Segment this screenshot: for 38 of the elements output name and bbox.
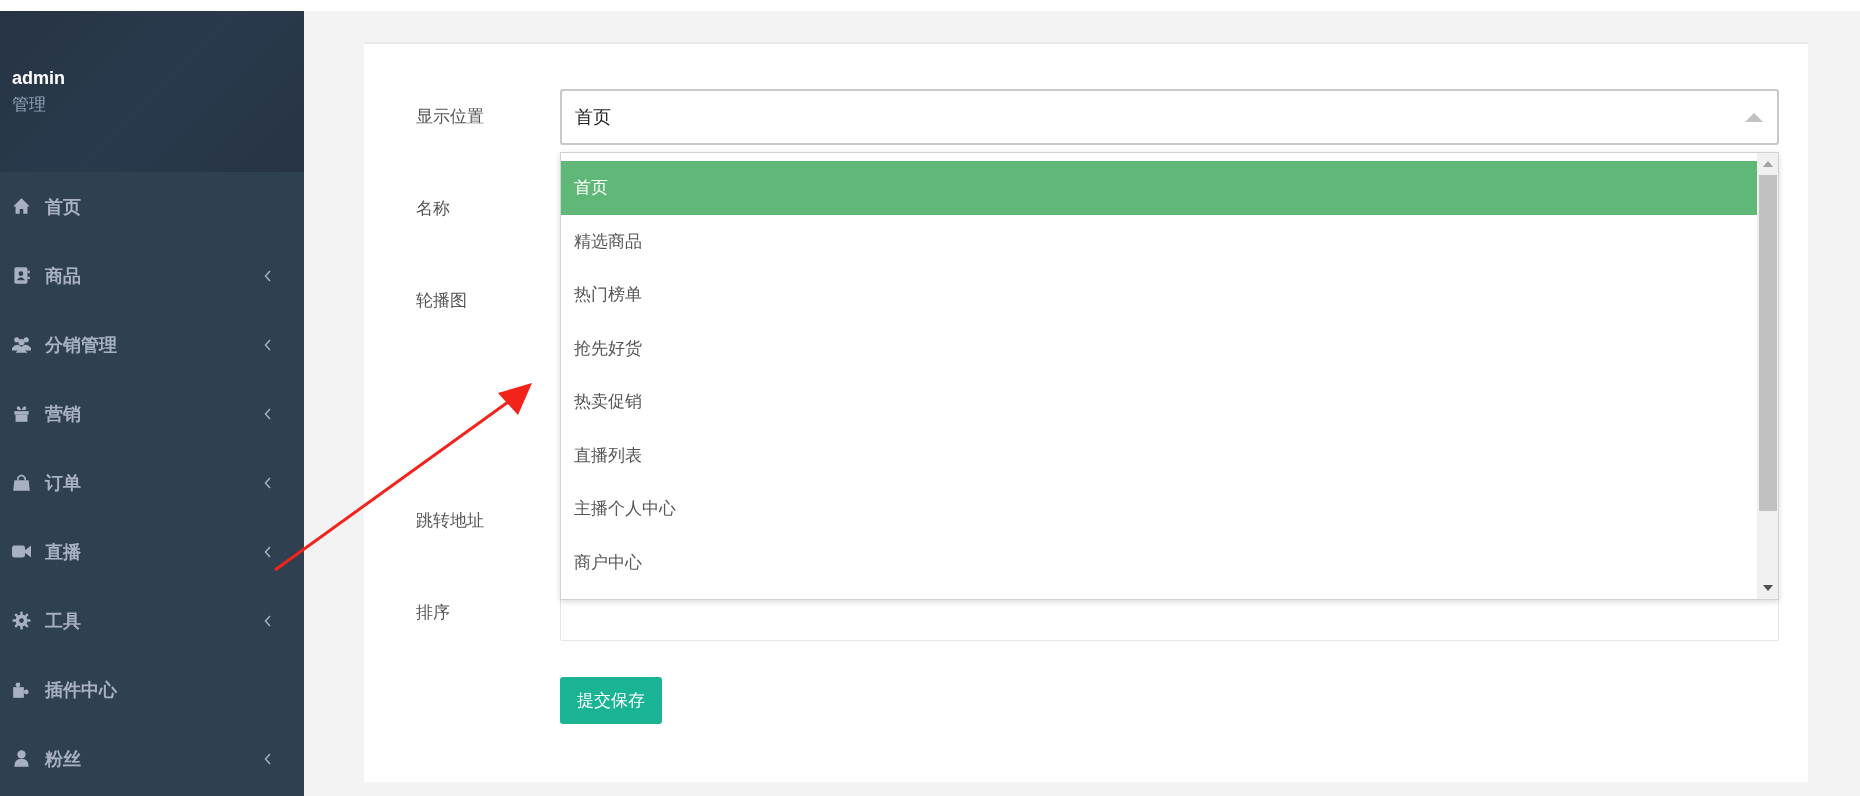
shopping-bag-icon [12,473,31,492]
field-label: 排序 [416,602,451,624]
user-role: 管理 [12,93,47,116]
dropdown-option[interactable]: 主播个人中心 [561,482,1757,536]
sidebar-item[interactable]: 营销 [0,379,304,448]
sidebar-item[interactable]: 首页 [0,172,304,241]
caret-icon [1745,112,1763,122]
sidebar-item[interactable]: 商品 [0,241,304,310]
scroll-up-icon[interactable] [1762,161,1773,167]
field-label: 跳转地址 [416,510,485,532]
settings-icon [12,611,31,630]
field-label: 轮播图 [416,290,468,312]
gift-icon [12,404,31,423]
scrollbar-thumb[interactable] [1758,175,1777,511]
contact-card-icon [12,266,31,285]
dropdown-option[interactable]: 热门榜单 [561,268,1757,322]
home-icon [12,197,31,216]
user-name: admin [12,67,66,89]
puzzle-piece-icon [12,680,31,699]
sidebar-item[interactable]: 粉丝 [0,724,304,793]
sidebar-item[interactable]: 工具 [0,586,304,655]
dropdown-option[interactable]: 抢先好货 [561,321,1757,375]
dropdown-option[interactable]: 热卖促销 [561,375,1757,429]
dropdown-option[interactable]: 商户中心 [561,535,1757,589]
scroll-down-icon[interactable] [1762,585,1773,591]
users-icon [12,335,31,354]
scrollbar[interactable] [1757,153,1778,599]
dropdown-option[interactable]: 精选商品 [561,214,1757,268]
dropdown-option[interactable]: 直播列表 [561,428,1757,482]
user-icon [12,749,31,768]
sidebar-item[interactable]: 订单 [0,448,304,517]
location-select[interactable]: 首页 [560,89,1779,145]
field-label: 名称 [416,198,451,220]
sidebar-item[interactable]: 分销管理 [0,310,304,379]
sidebar-item[interactable]: 插件中心 [0,655,304,724]
field-label: 显示位置 [416,106,485,128]
submit-button[interactable]: 提交保存 [560,677,662,724]
sidebar-item[interactable]: 直播 [0,517,304,586]
